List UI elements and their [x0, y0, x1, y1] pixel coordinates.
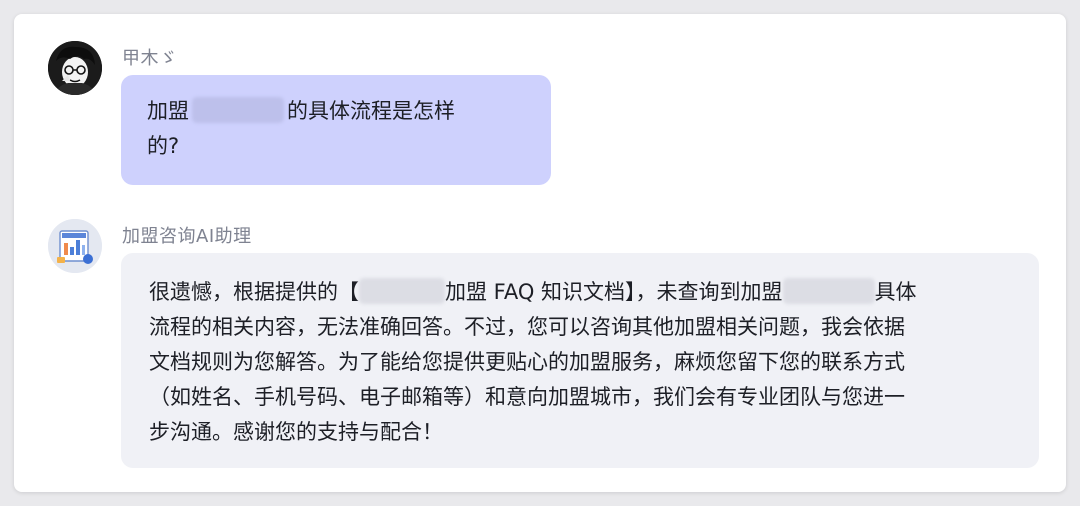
user-avatar-icon — [48, 41, 102, 95]
assistant-line1-part-b: 加盟 FAQ 知识文档】，未查询到加盟 — [445, 280, 783, 304]
assistant-message-line-3: 文档规则为您解答。为了能给您提供更贴心的加盟服务，麻烦您留下您的联系方式 — [149, 350, 905, 374]
user-message-bubble: 加盟 的具体流程是怎样 的? — [121, 75, 551, 185]
user-avatar[interactable] — [48, 41, 102, 95]
redacted-text — [359, 278, 445, 304]
user-message-prefix: 加盟 — [147, 99, 189, 123]
user-message-suffix: 的具体流程是怎样 — [287, 99, 455, 123]
assistant-message-line-1: 很遗憾，根据提供的【 加盟 FAQ 知识文档】，未查询到加盟 具体 — [149, 275, 1009, 310]
redacted-text — [192, 97, 284, 123]
assistant-line1-part-c: 具体 — [874, 280, 917, 304]
assistant-name: 加盟咨询AI助理 — [122, 226, 252, 247]
user-name: 甲木ゞ — [122, 48, 178, 69]
assistant-message-line-2: 流程的相关内容，无法准确回答。不过，您可以咨询其他加盟相关问题，我会依据 — [149, 315, 905, 339]
user-message-line-2: 的? — [147, 134, 180, 158]
assistant-line1-part-a: 很遗憾，根据提供的【 — [149, 280, 359, 304]
assistant-message-line-4: （如姓名、手机号码、电子邮箱等）和意向加盟城市，我们会有专业团队与您进一 — [149, 385, 905, 409]
document-chart-icon — [48, 219, 102, 273]
redacted-text — [782, 278, 875, 304]
chat-panel: 甲木ゞ 加盟 的具体流程是怎样 的? 加盟咨询AI助理 很遗憾，根据提供的【 加盟 … — [14, 14, 1066, 492]
assistant-message-line-5: 步沟通。感谢您的支持与配合！ — [149, 420, 443, 444]
user-message-line-1: 加盟 的具体流程是怎样 — [147, 94, 525, 129]
assistant-message-bubble: 很遗憾，根据提供的【 加盟 FAQ 知识文档】，未查询到加盟 具体 流程的相关内容，… — [121, 253, 1039, 468]
assistant-avatar[interactable] — [48, 219, 102, 273]
